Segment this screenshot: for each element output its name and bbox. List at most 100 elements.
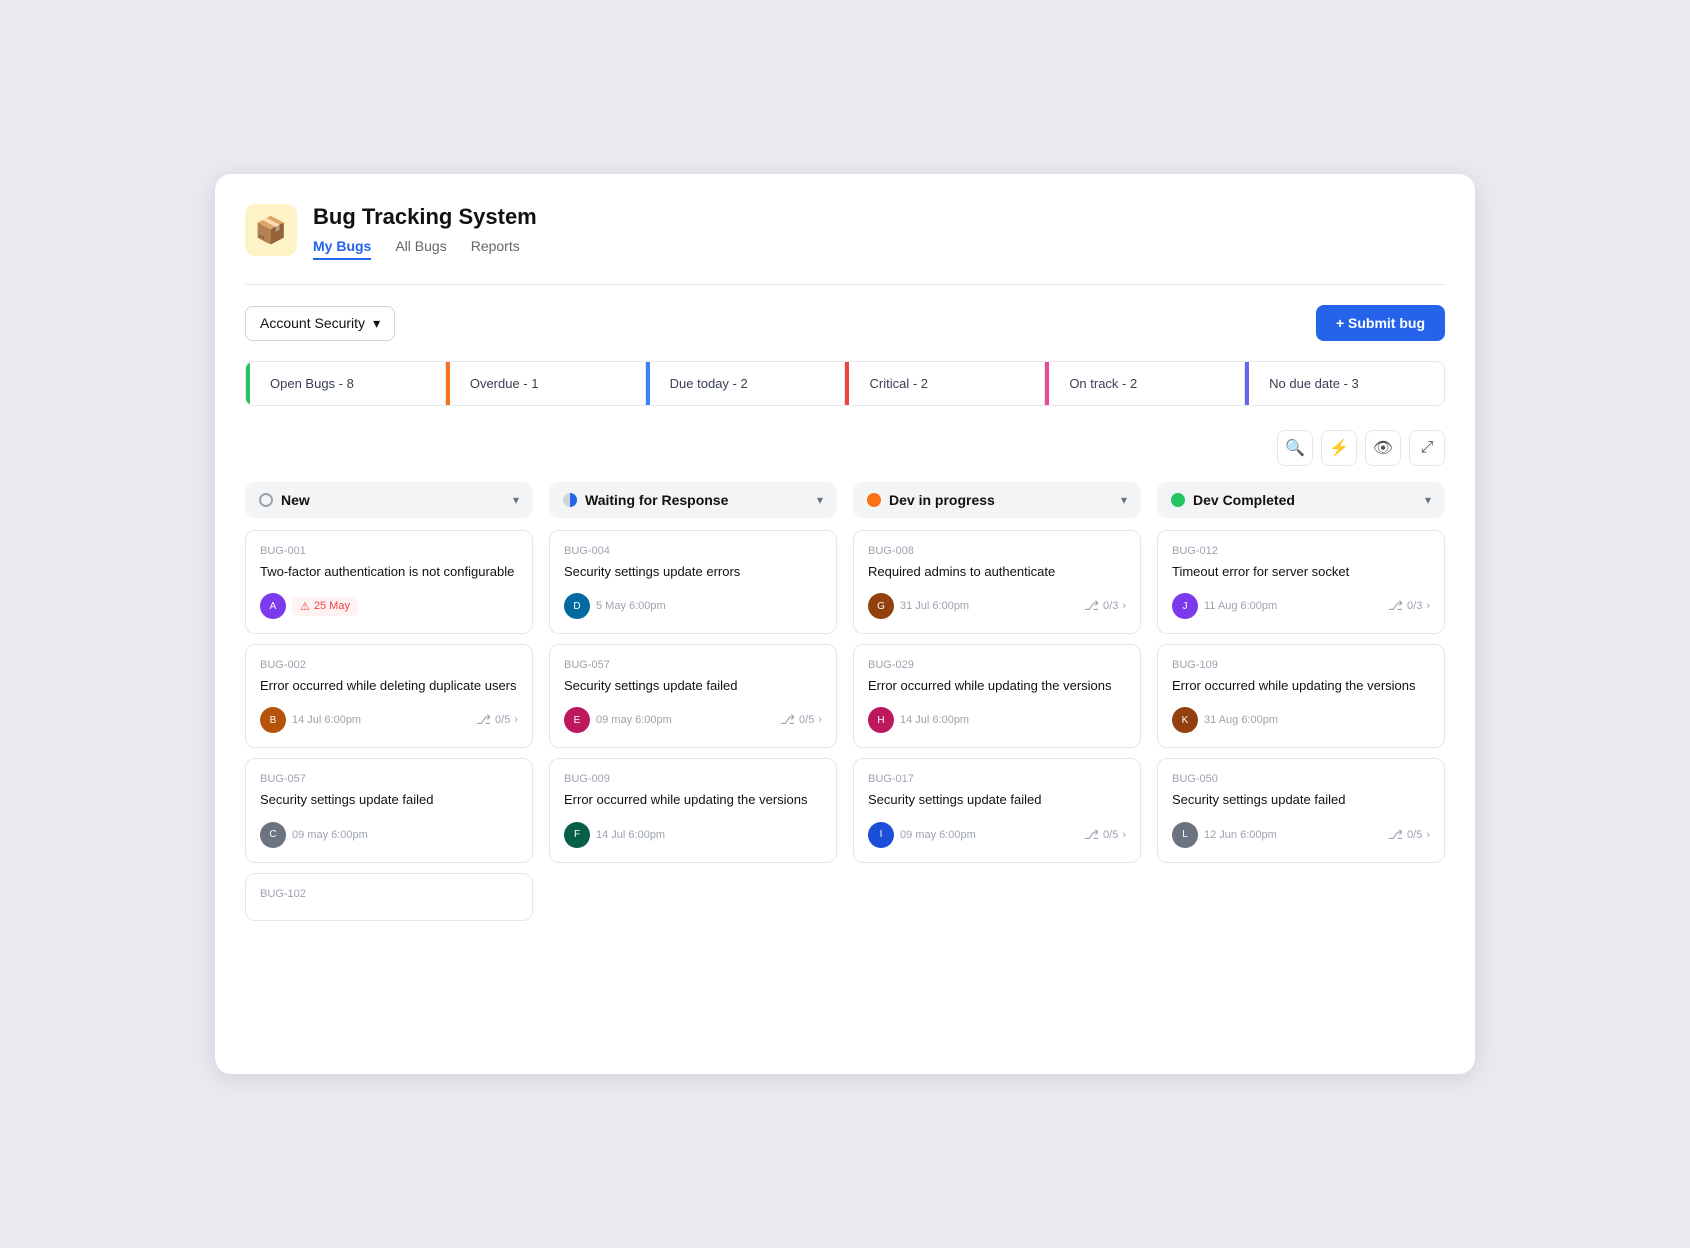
card-footer: I 09 may 6:00pm ⎇ 0/5 › xyxy=(868,822,1126,848)
card-bug-057-new[interactable]: BUG-057 Security settings update failed … xyxy=(245,758,533,862)
avatar: G xyxy=(868,593,894,619)
chevron-right-icon: › xyxy=(1122,829,1126,841)
col-header-new[interactable]: New ▾ xyxy=(245,482,533,518)
warning-icon: ⚠ xyxy=(300,600,310,613)
card-footer: G 31 Jul 6:00pm ⎇ 0/3 › xyxy=(868,593,1126,619)
col-label-waiting: Waiting for Response xyxy=(585,492,728,508)
status-dot-inprogress xyxy=(867,493,881,507)
bug-id: BUG-001 xyxy=(260,545,518,557)
bug-id: BUG-009 xyxy=(564,773,822,785)
avatar: F xyxy=(564,822,590,848)
chevron-down-icon: ▾ xyxy=(817,493,823,507)
overdue-badge: ⚠ 25 May xyxy=(292,597,358,616)
avatar: B xyxy=(260,707,286,733)
stat-overdue[interactable]: Overdue - 1 xyxy=(446,362,646,405)
chevron-down-icon: ▾ xyxy=(373,315,380,332)
kanban-board: New ▾ BUG-001 Two-factor authentication … xyxy=(245,482,1445,931)
bug-id: BUG-029 xyxy=(868,659,1126,671)
chevron-right-icon: › xyxy=(1122,600,1126,612)
subtask-info: ⎇ 0/5 › xyxy=(476,712,518,728)
action-icons: 🔍 ⚡ 👁 ⤢ xyxy=(245,430,1445,466)
card-bug-012[interactable]: BUG-012 Timeout error for server socket … xyxy=(1157,530,1445,634)
subtask-info: ⎇ 0/5 › xyxy=(1388,827,1430,843)
status-dot-new xyxy=(259,493,273,507)
card-bug-009[interactable]: BUG-009 Error occurred while updating th… xyxy=(549,758,837,862)
status-dot-waiting xyxy=(563,493,577,507)
card-footer: A ⚠ 25 May xyxy=(260,593,518,619)
status-dot-completed xyxy=(1171,493,1185,507)
tab-reports[interactable]: Reports xyxy=(471,238,520,260)
chevron-down-icon: ▾ xyxy=(1425,493,1431,507)
subtask-info: ⎇ 0/5 › xyxy=(1084,827,1126,843)
view-button[interactable]: 👁 xyxy=(1365,430,1401,466)
stat-on-track[interactable]: On track - 2 xyxy=(1045,362,1245,405)
bug-id: BUG-057 xyxy=(564,659,822,671)
date-label: 11 Aug 6:00pm xyxy=(1204,600,1277,612)
date-label: 31 Aug 6:00pm xyxy=(1204,714,1278,726)
bug-title: Security settings update failed xyxy=(260,791,518,809)
app-container: 📦 Bug Tracking System My Bugs All Bugs R… xyxy=(215,174,1475,1074)
bug-title: Security settings update failed xyxy=(1172,791,1430,809)
card-bug-017[interactable]: BUG-017 Security settings update failed … xyxy=(853,758,1141,862)
stat-open-bugs[interactable]: Open Bugs - 8 xyxy=(246,362,446,405)
toolbar: Account Security ▾ + Submit bug xyxy=(245,305,1445,341)
expand-icon: ⤢ xyxy=(1421,439,1434,457)
app-icon: 📦 xyxy=(245,204,297,256)
bug-title: Security settings update failed xyxy=(564,677,822,695)
chevron-right-icon: › xyxy=(514,714,518,726)
column-inprogress: Dev in progress ▾ BUG-008 Required admin… xyxy=(853,482,1141,931)
avatar: L xyxy=(1172,822,1198,848)
header: 📦 Bug Tracking System My Bugs All Bugs R… xyxy=(245,204,1445,260)
filter-button[interactable]: ⚡ xyxy=(1321,430,1357,466)
stat-no-due-date[interactable]: No due date - 3 xyxy=(1245,362,1444,405)
col-label-new: New xyxy=(281,492,310,508)
project-label: Account Security xyxy=(260,315,365,331)
tab-all-bugs[interactable]: All Bugs xyxy=(395,238,446,260)
avatar: H xyxy=(868,707,894,733)
card-bug-057-wait[interactable]: BUG-057 Security settings update failed … xyxy=(549,644,837,748)
date-label: 14 Jul 6:00pm xyxy=(292,714,361,726)
chevron-right-icon: › xyxy=(818,714,822,726)
bug-title: Error occurred while updating the versio… xyxy=(868,677,1126,695)
bug-id: BUG-004 xyxy=(564,545,822,557)
bug-id: BUG-057 xyxy=(260,773,518,785)
tab-my-bugs[interactable]: My Bugs xyxy=(313,238,371,260)
stat-due-today[interactable]: Due today - 2 xyxy=(646,362,846,405)
stats-bar: Open Bugs - 8 Overdue - 1 Due today - 2 … xyxy=(245,361,1445,406)
subtask-icon: ⎇ xyxy=(780,712,795,728)
subtask-icon: ⎇ xyxy=(1388,598,1403,614)
date-label: 5 May 6:00pm xyxy=(596,600,666,612)
card-bug-008[interactable]: BUG-008 Required admins to authenticate … xyxy=(853,530,1141,634)
chevron-right-icon: › xyxy=(1426,600,1430,612)
submit-bug-button[interactable]: + Submit bug xyxy=(1316,305,1445,341)
expand-button[interactable]: ⤢ xyxy=(1409,430,1445,466)
avatar: K xyxy=(1172,707,1198,733)
search-icon: 🔍 xyxy=(1285,438,1305,458)
col-header-inprogress[interactable]: Dev in progress ▾ xyxy=(853,482,1141,518)
col-header-waiting[interactable]: Waiting for Response ▾ xyxy=(549,482,837,518)
date-label: 31 Jul 6:00pm xyxy=(900,600,969,612)
avatar: C xyxy=(260,822,286,848)
card-footer: C 09 may 6:00pm xyxy=(260,822,518,848)
avatar: I xyxy=(868,822,894,848)
avatar: A xyxy=(260,593,286,619)
card-bug-004[interactable]: BUG-004 Security settings update errors … xyxy=(549,530,837,634)
card-footer: B 14 Jul 6:00pm ⎇ 0/5 › xyxy=(260,707,518,733)
card-bug-109[interactable]: BUG-109 Error occurred while updating th… xyxy=(1157,644,1445,748)
card-bug-102[interactable]: BUG-102 xyxy=(245,873,533,921)
card-footer: K 31 Aug 6:00pm xyxy=(1172,707,1430,733)
card-bug-029[interactable]: BUG-029 Error occurred while updating th… xyxy=(853,644,1141,748)
card-bug-050[interactable]: BUG-050 Security settings update failed … xyxy=(1157,758,1445,862)
stat-critical[interactable]: Critical - 2 xyxy=(845,362,1045,405)
subtask-info: ⎇ 0/3 › xyxy=(1388,598,1430,614)
column-new: New ▾ BUG-001 Two-factor authentication … xyxy=(245,482,533,931)
card-bug-001[interactable]: BUG-001 Two-factor authentication is not… xyxy=(245,530,533,634)
avatar: J xyxy=(1172,593,1198,619)
search-button[interactable]: 🔍 xyxy=(1277,430,1313,466)
avatar: D xyxy=(564,593,590,619)
project-selector[interactable]: Account Security ▾ xyxy=(245,306,395,341)
col-header-completed[interactable]: Dev Completed ▾ xyxy=(1157,482,1445,518)
avatar: E xyxy=(564,707,590,733)
date-label: 14 Jul 6:00pm xyxy=(900,714,969,726)
card-bug-002[interactable]: BUG-002 Error occurred while deleting du… xyxy=(245,644,533,748)
